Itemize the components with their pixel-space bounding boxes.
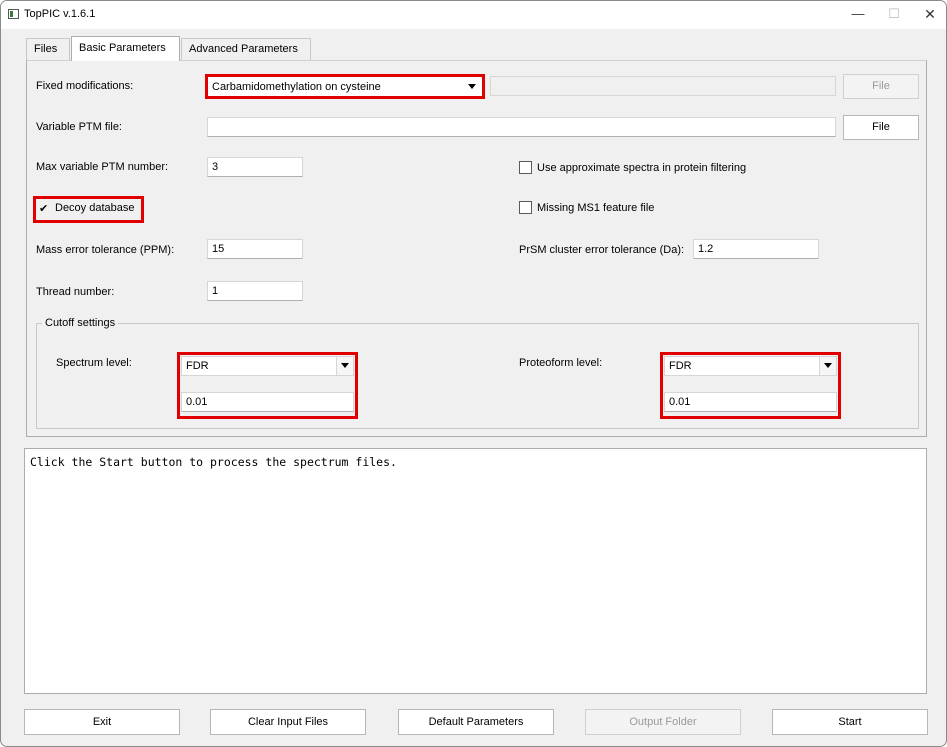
var-ptm-file-button[interactable]: File [843, 115, 919, 140]
thread-label: Thread number: [36, 286, 115, 298]
highlight-spectrum-level [177, 352, 358, 419]
highlight-fixed-mod [205, 74, 485, 99]
start-button[interactable]: Start [772, 709, 928, 735]
tab-basic-parameters[interactable]: Basic Parameters [71, 36, 180, 61]
title-bar: TopPIC v.1.6.1 — ☐ ✕ [1, 1, 946, 29]
exit-button[interactable]: Exit [24, 709, 180, 735]
proteoform-level-label: Proteoform level: [519, 357, 603, 369]
max-var-ptm-label: Max variable PTM number: [36, 161, 169, 173]
var-ptm-file-field[interactable] [207, 117, 836, 137]
thread-field[interactable]: 1 [207, 281, 303, 301]
clear-input-files-button[interactable]: Clear Input Files [210, 709, 366, 735]
spectrum-level-label: Spectrum level: [56, 357, 132, 369]
log-output[interactable]: Click the Start button to process the sp… [24, 448, 927, 694]
missing-ms1-checkbox[interactable] [519, 201, 532, 214]
fixed-mod-file-field [490, 76, 836, 96]
prsm-cluster-field[interactable]: 1.2 [693, 239, 819, 259]
cutoff-settings-title: Cutoff settings [42, 317, 119, 329]
mass-error-field[interactable]: 15 [207, 239, 303, 259]
approx-spectra-label: Use approximate spectra in protein filte… [537, 162, 747, 174]
minimize-button[interactable]: — [840, 1, 876, 29]
tab-files[interactable]: Files [26, 38, 70, 60]
var-ptm-label: Variable PTM file: [36, 121, 122, 133]
approx-spectra-checkbox[interactable] [519, 161, 532, 174]
app-window: TopPIC v.1.6.1 — ☐ ✕ Files Basic Paramet… [0, 0, 947, 747]
missing-ms1-label: Missing MS1 feature file [537, 202, 655, 214]
close-button[interactable]: ✕ [912, 1, 946, 29]
highlight-proteoform-level [660, 352, 841, 419]
mass-error-label: Mass error tolerance (PPM): [36, 244, 175, 256]
tab-advanced-parameters[interactable]: Advanced Parameters [181, 38, 311, 60]
fixed-mod-label: Fixed modifications: [36, 80, 134, 92]
prsm-cluster-label: PrSM cluster error tolerance (Da): [519, 244, 685, 256]
highlight-decoy [33, 196, 144, 223]
maximize-button[interactable]: ☐ [876, 1, 912, 29]
app-icon [8, 9, 19, 19]
output-folder-button[interactable]: Output Folder [585, 709, 741, 735]
default-parameters-button[interactable]: Default Parameters [398, 709, 554, 735]
fixed-mod-file-button[interactable]: File [843, 74, 919, 99]
window-title: TopPIC v.1.6.1 [24, 8, 96, 20]
max-var-ptm-field[interactable]: 3 [207, 157, 303, 177]
